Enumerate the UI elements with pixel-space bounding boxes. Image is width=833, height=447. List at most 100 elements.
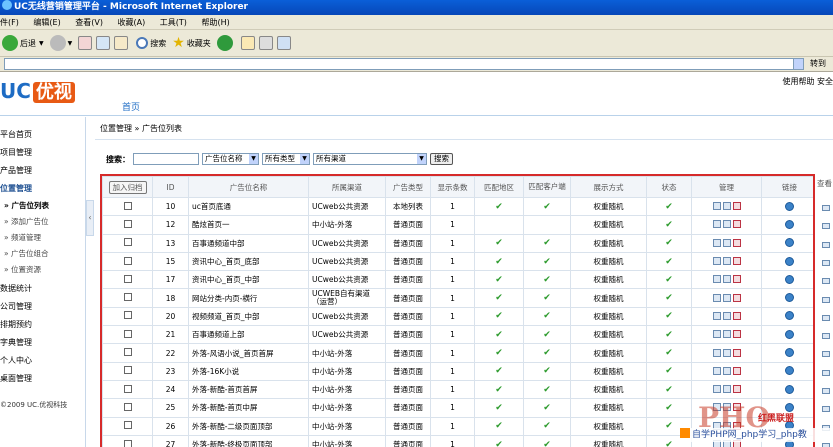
view-details-icon[interactable] <box>712 220 721 229</box>
edit-icon[interactable] <box>722 348 731 357</box>
sidebar-subitem-channels[interactable]: » 频道管理 <box>4 232 41 243</box>
sidebar-item-desktop[interactable]: 桌面管理 <box>0 373 32 384</box>
view-details-icon[interactable] <box>712 330 721 339</box>
sidebar-subitem-add-ad[interactable]: » 添加广告位 <box>4 216 48 227</box>
link-globe-icon[interactable] <box>785 348 794 358</box>
view-details-icon[interactable] <box>712 293 721 302</box>
edit-icon[interactable] <box>722 202 731 211</box>
link-globe-icon[interactable] <box>785 329 794 339</box>
forward-button[interactable]: ▼ <box>49 35 72 51</box>
view-icon[interactable] <box>822 241 830 248</box>
sidebar-item-companies[interactable]: 公司管理 <box>0 301 32 312</box>
search-button[interactable]: 搜索 <box>136 37 166 49</box>
menu-help[interactable]: 帮助(H) <box>201 18 229 27</box>
view-icon[interactable] <box>822 278 830 285</box>
link-globe-icon[interactable] <box>785 311 794 321</box>
print-icon[interactable] <box>258 36 273 50</box>
sidebar-item-stats[interactable]: 数据统计 <box>0 283 32 294</box>
go-button[interactable]: 转到 <box>810 58 826 69</box>
view-details-icon[interactable] <box>712 238 721 247</box>
view-icon[interactable] <box>822 369 830 376</box>
view-icon[interactable] <box>822 223 830 230</box>
view-icon[interactable] <box>822 296 830 303</box>
sidebar-item-profile[interactable]: 个人中心 <box>0 355 32 366</box>
row-checkbox[interactable] <box>123 238 132 247</box>
menu-tools[interactable]: 工具(T) <box>160 18 187 27</box>
sidebar-item-schedule[interactable]: 排期预约 <box>0 319 32 330</box>
row-checkbox[interactable] <box>123 201 132 210</box>
link-globe-icon[interactable] <box>785 384 794 394</box>
delete-icon[interactable] <box>732 275 741 284</box>
sidebar-item-positions[interactable]: 位置管理 <box>0 183 32 194</box>
link-globe-icon[interactable] <box>785 238 794 248</box>
menu-edit[interactable]: 编辑(E) <box>33 18 60 27</box>
edit-icon[interactable] <box>722 366 731 375</box>
favorites-button[interactable]: ★ 收藏夹 <box>172 35 211 51</box>
row-checkbox[interactable] <box>123 274 132 283</box>
sidebar-subitem-ad-combos[interactable]: » 广告位组合 <box>4 248 48 259</box>
view-details-icon[interactable] <box>712 348 721 357</box>
view-icon[interactable] <box>822 351 830 358</box>
row-checkbox[interactable] <box>123 293 132 302</box>
delete-icon[interactable] <box>732 330 741 339</box>
menu-favorites[interactable]: 收藏(A) <box>118 18 146 27</box>
delete-icon[interactable] <box>732 220 741 229</box>
search-field-select[interactable]: 广告位名称 ▼ <box>202 153 259 165</box>
edit-icon[interactable] <box>722 385 731 394</box>
home-icon[interactable] <box>114 36 129 50</box>
refresh-icon[interactable] <box>96 36 111 50</box>
type-select[interactable]: 所有类型 ▼ <box>262 153 310 165</box>
sidebar-subitem-resources[interactable]: » 位置资源 <box>4 264 41 275</box>
row-checkbox[interactable] <box>123 219 132 228</box>
search-input[interactable] <box>133 153 199 165</box>
stop-icon[interactable] <box>78 36 93 50</box>
mail-icon[interactable] <box>240 36 255 50</box>
back-button[interactable]: 后退 ▼ <box>2 35 44 51</box>
row-checkbox[interactable] <box>123 402 132 411</box>
row-checkbox[interactable] <box>123 366 132 375</box>
link-globe-icon[interactable] <box>785 201 794 211</box>
sidebar-item-products[interactable]: 产品管理 <box>0 165 32 176</box>
delete-icon[interactable] <box>732 238 741 247</box>
view-icon[interactable] <box>822 314 830 321</box>
header-links[interactable]: 使用帮助 安全 <box>782 76 833 87</box>
sidebar-subitem-ad-list[interactable]: » 广告位列表 <box>4 200 49 211</box>
sidebar-item-dictionary[interactable]: 字典管理 <box>0 337 32 348</box>
row-checkbox[interactable] <box>123 311 132 320</box>
menu-view[interactable]: 查看(V) <box>75 18 103 27</box>
link-globe-icon[interactable] <box>785 293 794 303</box>
view-icon[interactable] <box>822 388 830 394</box>
edit-icon[interactable] <box>722 257 731 266</box>
view-icon[interactable] <box>822 205 830 211</box>
link-globe-icon[interactable] <box>785 219 794 229</box>
row-checkbox[interactable] <box>123 384 132 393</box>
address-dropdown-icon[interactable] <box>793 58 804 70</box>
view-details-icon[interactable] <box>712 202 721 211</box>
add-to-archive-button[interactable]: 加入归档 <box>108 180 147 194</box>
row-checkbox[interactable] <box>123 421 132 430</box>
sidebar-item-home[interactable]: 平台首页 <box>0 129 32 140</box>
link-globe-icon[interactable] <box>785 256 794 266</box>
delete-icon[interactable] <box>732 366 741 375</box>
delete-icon[interactable] <box>732 311 741 320</box>
row-checkbox[interactable] <box>123 329 132 338</box>
delete-icon[interactable] <box>732 293 741 302</box>
view-icon[interactable] <box>822 259 830 266</box>
delete-icon[interactable] <box>732 385 741 394</box>
channel-select[interactable]: 所有渠道 ▼ <box>313 153 427 165</box>
delete-icon[interactable] <box>732 257 741 266</box>
edit-icon[interactable] <box>722 275 731 284</box>
tab-home[interactable]: 首页 <box>122 100 140 113</box>
menu-file[interactable]: 件(F) <box>0 18 19 27</box>
link-globe-icon[interactable] <box>785 274 794 284</box>
view-details-icon[interactable] <box>712 257 721 266</box>
row-checkbox[interactable] <box>123 348 132 357</box>
link-globe-icon[interactable] <box>785 366 794 376</box>
view-details-icon[interactable] <box>712 275 721 284</box>
edit-icon[interactable] <box>722 311 731 320</box>
view-details-icon[interactable] <box>712 385 721 394</box>
delete-icon[interactable] <box>732 348 741 357</box>
view-details-icon[interactable] <box>712 311 721 320</box>
view-icon[interactable] <box>822 333 830 340</box>
address-input[interactable] <box>4 58 804 70</box>
